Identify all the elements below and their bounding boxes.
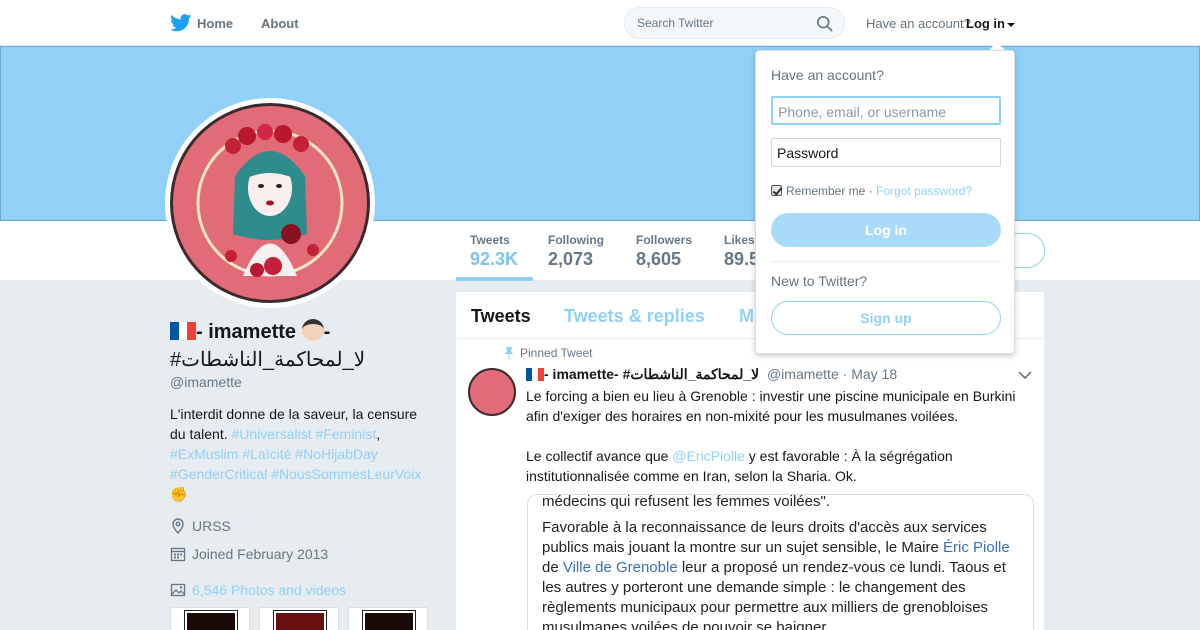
login-dropdown-toggle[interactable]: Log in [966, 16, 1015, 31]
pinned-text: Pinned Tweet [520, 346, 593, 360]
stat-label: Tweets [470, 233, 510, 247]
nav-home-link[interactable]: Home [197, 16, 233, 31]
france-flag-icon [526, 368, 544, 381]
photos-videos-link[interactable]: 6,546 Photos and videos [170, 582, 346, 598]
tweet-author-name[interactable]: - imamette [544, 366, 614, 382]
graduate-emoji-icon [301, 319, 324, 341]
stat-followers[interactable]: Followers 8,605 [636, 233, 692, 270]
tab-media[interactable]: M [739, 306, 754, 327]
tweet-header: - imamette- #لا_لمحاكمة_الناشطات @imamet… [526, 366, 897, 383]
search-icon[interactable] [816, 15, 834, 33]
card-paragraph-a: Favorable à la reconnaissance de leurs d… [542, 519, 987, 556]
tweet-text: Le forcing a bien eu lieu à Grenoble : i… [526, 386, 1026, 486]
joined-text: Joined February 2013 [192, 546, 329, 562]
fist-emoji-icon: ✊ [170, 486, 188, 502]
card-link-piolle: Éric Piolle [943, 539, 1010, 556]
tweet-text-line2-pre: Le collectif avance que [526, 448, 673, 464]
username-input[interactable]: Phone, email, or username [771, 96, 1001, 125]
caret-down-icon [1007, 22, 1015, 27]
dropdown-divider [771, 261, 1001, 262]
username-placeholder: Phone, email, or username [778, 104, 947, 120]
hashtag-link[interactable]: #GenderCritical [170, 466, 267, 482]
twitter-bird-icon[interactable] [170, 14, 192, 32]
stat-label: Followers [636, 233, 693, 247]
tab-tweets[interactable]: Tweets [471, 306, 531, 327]
stat-value: 89.5 [724, 249, 760, 269]
separator-dot: · [865, 184, 877, 198]
stat-tweets[interactable]: Tweets 92.3K [470, 233, 518, 270]
location-pin-icon [172, 518, 184, 534]
tweet-media-card[interactable]: médecins qui refusent les femmes voilées… [527, 494, 1034, 630]
login-button[interactable]: Log in [771, 213, 1001, 247]
tab-tweets-replies[interactable]: Tweets & replies [564, 306, 705, 327]
hashtag-link[interactable]: #Universalist [232, 426, 312, 442]
stat-label: Following [548, 233, 604, 247]
login-dropdown-title: Have an account? [771, 67, 884, 83]
chevron-down-icon[interactable] [1018, 370, 1032, 380]
tweet-handle[interactable]: @imamette [767, 366, 839, 382]
hashtag-link[interactable]: #NousSommesLeurVoix [271, 466, 421, 482]
card-paragraph-b: de [542, 559, 563, 576]
media-thumbnail[interactable] [259, 607, 339, 630]
hashtag-link[interactable]: #ExMuslim [170, 446, 238, 462]
media-thumbnail[interactable] [170, 607, 250, 630]
card-line1: médecins qui refusent les femmes voilées… [542, 494, 830, 510]
card-image-text: médecins qui refusent les femmes voilées… [528, 494, 1033, 630]
nav-about-link[interactable]: About [261, 16, 299, 31]
active-stat-underline [456, 277, 533, 281]
card-link-grenoble: Ville de Grenoble [562, 559, 678, 576]
stat-likes[interactable]: Likes 89.5 [724, 233, 759, 270]
have-account-text: Have an account? [866, 16, 971, 31]
avatar-illustration [196, 124, 344, 277]
profile-location: URSS [170, 518, 231, 534]
search-box[interactable]: Search Twitter [624, 7, 845, 39]
profile-handle[interactable]: @imamette [170, 374, 242, 390]
signup-button[interactable]: Sign up [771, 301, 1001, 335]
profile-bio: L'interdit donne de la saveur, la censur… [170, 406, 422, 502]
profile-name-part1: - imamette [196, 321, 297, 343]
tweet-avatar[interactable] [468, 368, 516, 416]
top-navigation-bar: Home About Search Twitter Have an accoun… [0, 0, 1200, 46]
hashtag-link[interactable]: #Feminist [316, 426, 377, 442]
stat-value: 92.3K [470, 249, 519, 269]
france-flag-icon [170, 320, 196, 340]
stat-value: 2,073 [548, 249, 594, 269]
photo-icon [170, 583, 186, 597]
forgot-password-link[interactable]: Forgot password? [876, 184, 972, 198]
password-input[interactable]: Password [771, 138, 1001, 167]
remember-me-checkbox[interactable] [771, 185, 782, 196]
remember-row: Remember me · Forgot password? [771, 184, 972, 198]
login-dropdown: Have an account? Phone, email, or userna… [755, 50, 1015, 354]
search-input[interactable]: Search Twitter [637, 16, 713, 30]
password-placeholder: Password [777, 145, 839, 161]
profile-name-arabic: #لا_لمحاكمة_الناشطات [170, 349, 366, 371]
new-to-twitter-text: New to Twitter? [771, 273, 868, 289]
avatar[interactable] [170, 103, 370, 303]
hashtag-link[interactable]: #NoHijabDay [295, 446, 377, 462]
dropdown-arrow [989, 42, 1005, 50]
calendar-icon [170, 547, 186, 562]
profile-name-part2: - [323, 321, 331, 343]
stat-following[interactable]: Following 2,073 [548, 233, 604, 270]
stat-value: 8,605 [636, 249, 682, 269]
pinned-tweet-label: Pinned Tweet [504, 346, 593, 360]
tweet-author-suffix[interactable]: - #لا_لمحاكمة_الناشطات [614, 366, 759, 382]
media-thumbnail[interactable] [348, 607, 428, 630]
pin-icon [505, 347, 513, 359]
profile-name: - imamette - #لا_لمحاكمة_الناشطات [170, 318, 430, 374]
tweet-mention-link[interactable]: @EricPiolle [672, 448, 745, 464]
remember-me-label[interactable]: Remember me [786, 184, 865, 198]
hashtag-link[interactable]: #Laïcité [242, 446, 291, 462]
tweet-text-line1: Le forcing a bien eu lieu à Grenoble : i… [526, 388, 1016, 424]
photos-count: 6,546 Photos and videos [192, 582, 347, 598]
location-text: URSS [192, 518, 231, 534]
profile-joined: Joined February 2013 [170, 546, 328, 562]
tweet-date[interactable]: May 18 [851, 366, 897, 382]
stat-label: Likes [724, 233, 755, 247]
login-link-label: Log in [966, 16, 1005, 31]
